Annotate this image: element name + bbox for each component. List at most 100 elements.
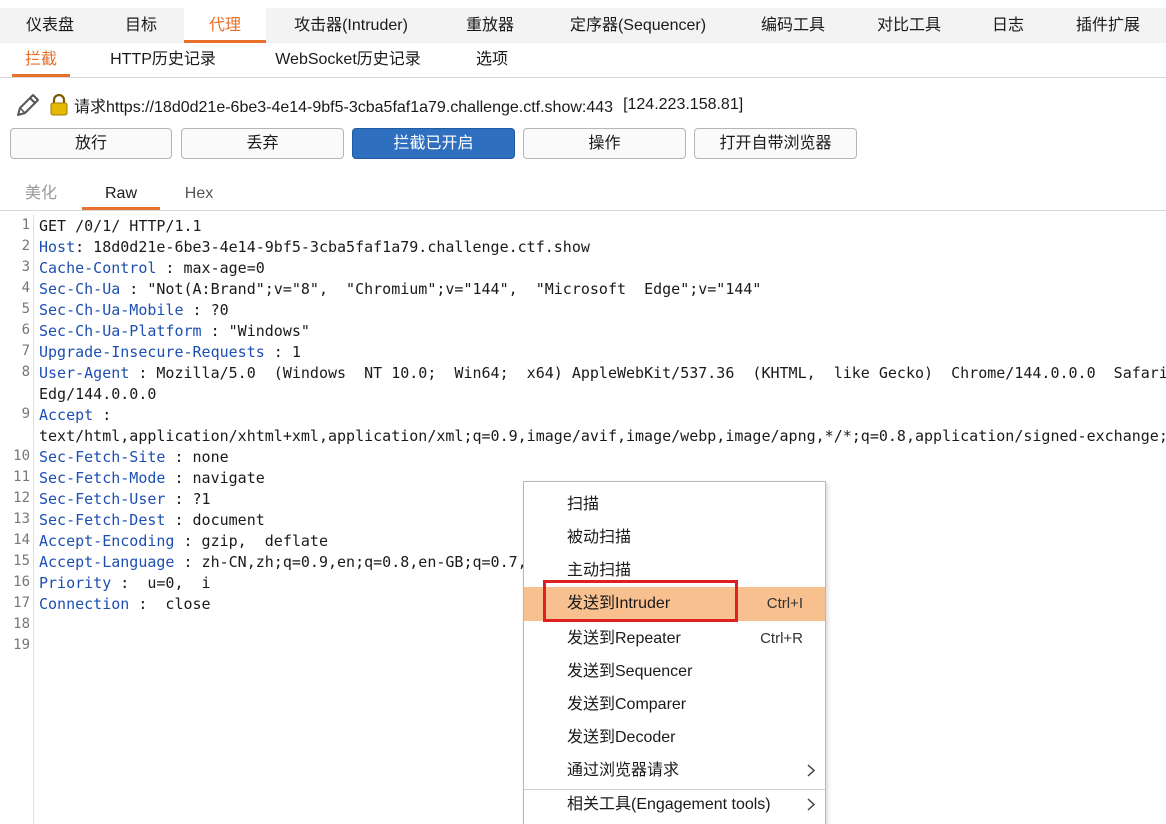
code-line: Upgrade-Insecure-Requests : 1 — [39, 343, 301, 361]
code-line: User-Agent : Mozilla/5.0 (Windows NT 10.… — [39, 364, 1166, 382]
tab-intruder[interactable]: 攻击器(Intruder) — [276, 8, 426, 43]
code-line-wrap: Edg/144.0.0.0 — [39, 385, 156, 403]
header-name: Connection — [39, 595, 130, 613]
menu-item-label: 发送到Sequencer — [567, 663, 693, 680]
tab-sequencer[interactable]: 定序器(Sequencer) — [552, 8, 724, 43]
header-name: User-Agent — [39, 364, 130, 382]
tab-logger[interactable]: 日志 — [980, 8, 1036, 43]
header-name: Sec-Fetch-Mode — [39, 469, 166, 487]
header-value: : document — [165, 511, 265, 529]
line-number: 8 — [21, 364, 30, 380]
header-value: : close — [129, 595, 211, 613]
header-value: : Mozilla/5.0 (Windows NT 10.0; Win64; x… — [129, 364, 1166, 382]
line-number: 5 — [21, 301, 30, 317]
header-name: Upgrade-Insecure-Requests — [39, 343, 265, 361]
header-value: : 18d0d21e-6be3-4e14-9bf5-3cba5faf1a79.c… — [75, 238, 590, 256]
menu-item-request-in-browser[interactable]: 通过浏览器请求 — [524, 754, 825, 787]
line-number: 9 — [21, 406, 30, 422]
subtab-websocket-history[interactable]: WebSocket历史记录 — [258, 43, 438, 77]
menu-item-send-to-repeater[interactable]: 发送到Repeater Ctrl+R — [524, 622, 825, 655]
header-value: : ?1 — [165, 490, 211, 508]
header-value: : — [93, 406, 112, 424]
header-value: : "Not(A:Brand";v="8", "Chromium";v="144… — [120, 280, 762, 298]
header-value: Edg/144.0.0.0 — [39, 385, 157, 403]
menu-item-scan[interactable]: 扫描 — [524, 488, 825, 521]
subtab-http-history[interactable]: HTTP历史记录 — [98, 43, 228, 77]
line-number: 13 — [13, 511, 30, 527]
main-tab-bar: 仪表盘 目标 代理 攻击器(Intruder) 重放器 定序器(Sequence… — [0, 8, 1166, 43]
menu-item-shortcut: Ctrl+R — [760, 630, 803, 647]
menu-item-send-to-intruder[interactable]: 发送到Intruder Ctrl+I — [524, 587, 825, 621]
tab-extensions[interactable]: 插件扩展 — [1062, 8, 1154, 43]
header-name: Priority — [39, 574, 112, 592]
menu-item-label: 发送到Comparer — [567, 696, 687, 713]
code-line: Accept : — [39, 406, 111, 424]
line-number: 3 — [21, 259, 30, 275]
menu-item-label: 主动扫描 — [567, 562, 632, 579]
open-browser-button[interactable]: 打开自带浏览器 — [694, 128, 857, 159]
tab-decoder[interactable]: 编码工具 — [750, 8, 836, 43]
tab-raw[interactable]: Raw — [82, 178, 160, 210]
forward-button[interactable]: 放行 — [10, 128, 172, 159]
line-number: 6 — [21, 322, 30, 338]
tab-repeater[interactable]: 重放器 — [452, 8, 528, 43]
editor-tab-bar: 美化 Raw Hex — [0, 178, 1166, 211]
menu-item-send-to-comparer[interactable]: 发送到Comparer — [524, 688, 825, 721]
code-line: Sec-Ch-Ua-Mobile : ?0 — [39, 301, 229, 319]
menu-item-label: 发送到Repeater — [567, 630, 681, 647]
line-number: 17 — [13, 595, 30, 611]
tab-comparer[interactable]: 对比工具 — [866, 8, 952, 43]
code-line: Sec-Ch-Ua-Platform : "Windows" — [39, 322, 310, 340]
tab-dashboard[interactable]: 仪表盘 — [14, 8, 86, 43]
context-menu: 扫描 被动扫描 主动扫描 发送到Intruder Ctrl+I 发送到Repeat… — [523, 481, 826, 824]
header-name: Host — [39, 238, 76, 256]
drop-button[interactable]: 丢弃 — [181, 128, 344, 159]
menu-item-send-to-decoder[interactable]: 发送到Decoder — [524, 721, 825, 754]
tab-hex[interactable]: Hex — [170, 178, 228, 210]
subtab-options[interactable]: 选项 — [466, 43, 518, 77]
menu-item-label: 被动扫描 — [567, 529, 632, 546]
menu-item-shortcut: Ctrl+I — [766, 595, 803, 612]
header-value: : none — [165, 448, 229, 466]
header-name: Sec-Fetch-Dest — [39, 511, 166, 529]
tab-proxy[interactable]: 代理 — [184, 8, 266, 43]
code-line: Sec-Fetch-User : ?1 — [39, 490, 211, 508]
header-value: text/html,application/xhtml+xml,applicat… — [39, 427, 1166, 445]
menu-item-active-scan[interactable]: 主动扫描 — [524, 554, 825, 587]
menu-item-label: 发送到Decoder — [567, 729, 676, 746]
pencil-icon[interactable] — [14, 91, 42, 119]
subtab-intercept[interactable]: 拦截 — [12, 43, 70, 77]
header-value: : "Windows" — [201, 322, 310, 340]
tab-pretty[interactable]: 美化 — [14, 178, 68, 210]
menu-item-label: 相关工具(Engagement tools) — [567, 796, 771, 813]
request-info-line: 请求https://18d0d21e-6be3-4e14-9bf5-3cba5f… — [14, 90, 743, 120]
header-value: : navigate — [165, 469, 265, 487]
line-number: 15 — [13, 553, 30, 569]
menu-item-label: 通过浏览器请求 — [567, 762, 680, 779]
line-number: 7 — [21, 343, 30, 359]
menu-item-engagement-tools[interactable]: 相关工具(Engagement tools) — [524, 788, 825, 821]
menu-item-send-to-sequencer[interactable]: 发送到Sequencer — [524, 655, 825, 688]
line-number: 18 — [13, 616, 30, 632]
lock-icon — [50, 94, 68, 116]
menu-item-passive-scan[interactable]: 被动扫描 — [524, 521, 825, 554]
header-name: Sec-Fetch-Site — [39, 448, 166, 466]
code-line: Sec-Fetch-Dest : document — [39, 511, 265, 529]
header-value: : max-age=0 — [156, 259, 265, 277]
line-number: 2 — [21, 238, 30, 254]
proxy-sub-tab-bar: 拦截 HTTP历史记录 WebSocket历史记录 选项 — [0, 43, 1166, 78]
line-number-gutter: 1 2 3 4 5 6 7 8 9 10 11 12 13 14 15 16 1… — [0, 215, 34, 824]
line-number: 1 — [21, 217, 30, 233]
header-value: : ?0 — [183, 301, 229, 319]
intercept-toggle-button[interactable]: 拦截已开启 — [352, 128, 515, 159]
line-number: 12 — [13, 490, 30, 506]
header-name: Accept — [39, 406, 94, 424]
code-line: Cache-Control : max-age=0 — [39, 259, 265, 277]
header-value: : u=0, i — [111, 574, 211, 592]
header-name: Sec-Ch-Ua-Mobile — [39, 301, 184, 319]
tab-target[interactable]: 目标 — [108, 8, 174, 43]
code-line: Accept-Encoding : gzip, deflate — [39, 532, 328, 550]
header-name: Cache-Control — [39, 259, 157, 277]
header-value: : 1 — [264, 343, 301, 361]
action-button[interactable]: 操作 — [523, 128, 686, 159]
